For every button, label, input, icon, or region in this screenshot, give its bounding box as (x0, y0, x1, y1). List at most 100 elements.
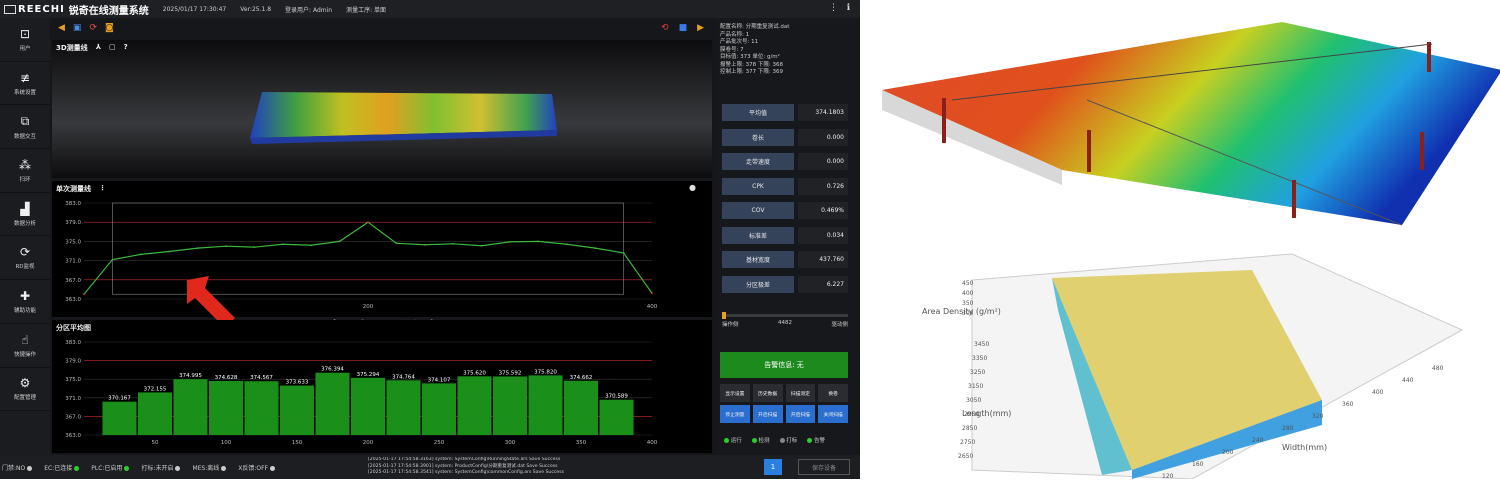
status-item: MES:离线 (192, 463, 227, 472)
x-tick-label: 200 (363, 440, 374, 446)
bar-value-label: 374.567 (250, 375, 273, 381)
sidebar-item-label: 系统设置 (13, 89, 36, 96)
page-number[interactable]: 1 (764, 459, 782, 475)
sidebar-item-label: 数据分析 (13, 220, 36, 227)
sync-icon[interactable]: ⟳ (89, 23, 97, 33)
bar (208, 380, 244, 435)
reset-icon[interactable]: ⟲ (661, 23, 669, 33)
action-button[interactable]: 开启扫描 (752, 405, 783, 423)
arrow-left-icon[interactable]: ◀ (58, 23, 65, 33)
sidebar-item-8[interactable]: ⚙ 配置管理 (0, 368, 50, 412)
save-device-button[interactable]: 保存设备 (798, 459, 850, 475)
monitor-icon[interactable]: ▣ (73, 23, 82, 33)
width-tick-label: 280 (1282, 425, 1294, 432)
sidebar-item-5[interactable]: ⟳ RD监视 (0, 236, 50, 281)
line-point (225, 245, 227, 248)
stat-value: 374.1803 (798, 104, 848, 121)
z-tick-label: 400 (962, 290, 974, 297)
bar-value-label: 374.662 (570, 375, 593, 381)
length-tick-label: 3150 (968, 383, 983, 390)
surface-render-top (862, 0, 1500, 237)
legend-label: 检测 (758, 438, 770, 444)
panel-3d: 3D测量线 ⅄ ▢? (52, 40, 712, 178)
more-icon[interactable]: ⋮ (99, 184, 106, 194)
stat-label: 分区极差 (722, 275, 794, 293)
bar (102, 401, 137, 435)
exchange-icon: ⧉ (20, 113, 30, 128)
y-tick-label: 371.0 (65, 396, 81, 402)
action-button[interactable]: 停止测量 (720, 405, 750, 423)
status-label: PLC:已启用 (91, 465, 123, 472)
config-info-line: 报警上限: 378 下限: 368 (720, 61, 783, 68)
export-icon[interactable]: ▢ (109, 43, 116, 53)
length-tick-label: 2850 (962, 425, 977, 432)
sidebar-item-1[interactable]: ≢ 系统设置 (0, 62, 50, 106)
status-label: EC:已连接 (44, 465, 73, 472)
action-button[interactable]: 开启扫描 (785, 405, 816, 423)
sidebar-item-7[interactable]: ☝ 快捷操作 (0, 324, 50, 368)
app-window: REECHI 锐奇在线测量系统 2025/01/17 17:30:47 Ver:… (0, 0, 860, 479)
stat-value: 437.760 (798, 251, 848, 268)
slider-handle[interactable] (722, 312, 726, 319)
x-tick-label: 250 (434, 440, 445, 446)
config-info-line: 产品批次号: 11 (720, 39, 759, 45)
action-button[interactable]: 历史数据 (752, 384, 783, 402)
config-info: 配置名称: 分期重复测试.dat 产品名称: 1 产品批次号: 11 膜卷号: 7 目标… (716, 18, 856, 75)
bar (528, 375, 563, 435)
bar (244, 381, 279, 435)
legend-label: 打标 (786, 438, 798, 444)
bar (386, 380, 421, 435)
datetime: 2025/01/17 17:30:47 (162, 5, 227, 13)
status-dot-icon (124, 466, 130, 471)
line-point (253, 246, 256, 249)
panel-3d-title: 3D测量线 (56, 44, 88, 52)
sidebar-item-2[interactable]: ⧉ 数据交互 (0, 105, 50, 150)
width-tick-label: 120 (1162, 473, 1174, 479)
arrow-right-icon[interactable]: ▶ (697, 23, 704, 33)
stat-row: 走带速度 0.000 (722, 153, 848, 170)
bar-value-label: 374.764 (392, 374, 415, 380)
surface-render-3d-axes: Area Density (g/m²) Length(mm) Width(mm)… (862, 240, 1500, 480)
stat-label: 基材宽度 (722, 251, 794, 268)
sidebar-item-0[interactable]: ⊡ 用户 (0, 18, 50, 62)
sidebar-item-6[interactable]: ✚ 辅助功能 (0, 280, 50, 324)
width-tick-label: 480 (1432, 365, 1444, 372)
action-button[interactable]: 关闭扫描 (818, 405, 848, 423)
camera-icon[interactable]: ◙ (105, 23, 114, 33)
menu-icon[interactable]: ⋮ (829, 3, 838, 13)
stat-label: 平均值 (722, 104, 794, 121)
width-tick-label: 440 (1402, 377, 1414, 384)
line-point (139, 253, 142, 256)
bar-value-label: 373.633 (286, 380, 309, 386)
fullscreen-icon[interactable]: ■ (679, 23, 688, 33)
length-tick-label: 3050 (966, 397, 981, 404)
bar (599, 399, 634, 435)
status-bar: 门禁:NO EC:已连接 PLC:已启用 打标:未开启 MES:离线 X反馈:OFF [2… (0, 455, 860, 479)
plus-icon: ✚ (19, 288, 31, 303)
action-button[interactable]: 显示设置 (720, 384, 750, 402)
length-tick-label: 3250 (970, 369, 985, 376)
sidebar-item-4[interactable]: ▟ 数据分析 (0, 193, 50, 237)
help-icon[interactable]: ? (124, 43, 128, 53)
app-title: 锐奇在线测量系统 (68, 5, 149, 17)
brand-logo: REECHI (18, 3, 65, 15)
sidebar-item-3[interactable]: ⁂ 扫环 (0, 149, 50, 193)
right-panel: 配置名称: 分期重复测试.dat 产品名称: 1 产品批次号: 11 膜卷号: 7 目标… (716, 18, 856, 455)
collapse-icon[interactable]: ● (689, 183, 696, 192)
action-button[interactable]: 扫描测定 (785, 384, 816, 402)
sidebar-item-label: 数据交互 (13, 133, 36, 140)
stat-label: 走带速度 (722, 153, 794, 170)
line-point (509, 240, 511, 243)
logo-icon (4, 4, 16, 14)
scan-icon: ⁂ (19, 157, 31, 172)
y-tick-label: 375.0 (65, 239, 81, 245)
action-button[interactable]: 换卷 (818, 384, 848, 402)
x-tick-label: 350 (576, 440, 587, 446)
line-chart: 363.0 367.0 371.0 375.0 379.0 383.0 200 400 (65, 201, 657, 310)
axis-icon[interactable]: ⅄ (96, 43, 101, 53)
sidebar-item-label: 配置管理 (13, 395, 36, 402)
x-tick-label: 300 (505, 440, 516, 446)
z-tick-label: 300 (962, 310, 974, 317)
status-dot-icon (175, 466, 181, 471)
info-icon[interactable]: ℹ (847, 3, 850, 13)
